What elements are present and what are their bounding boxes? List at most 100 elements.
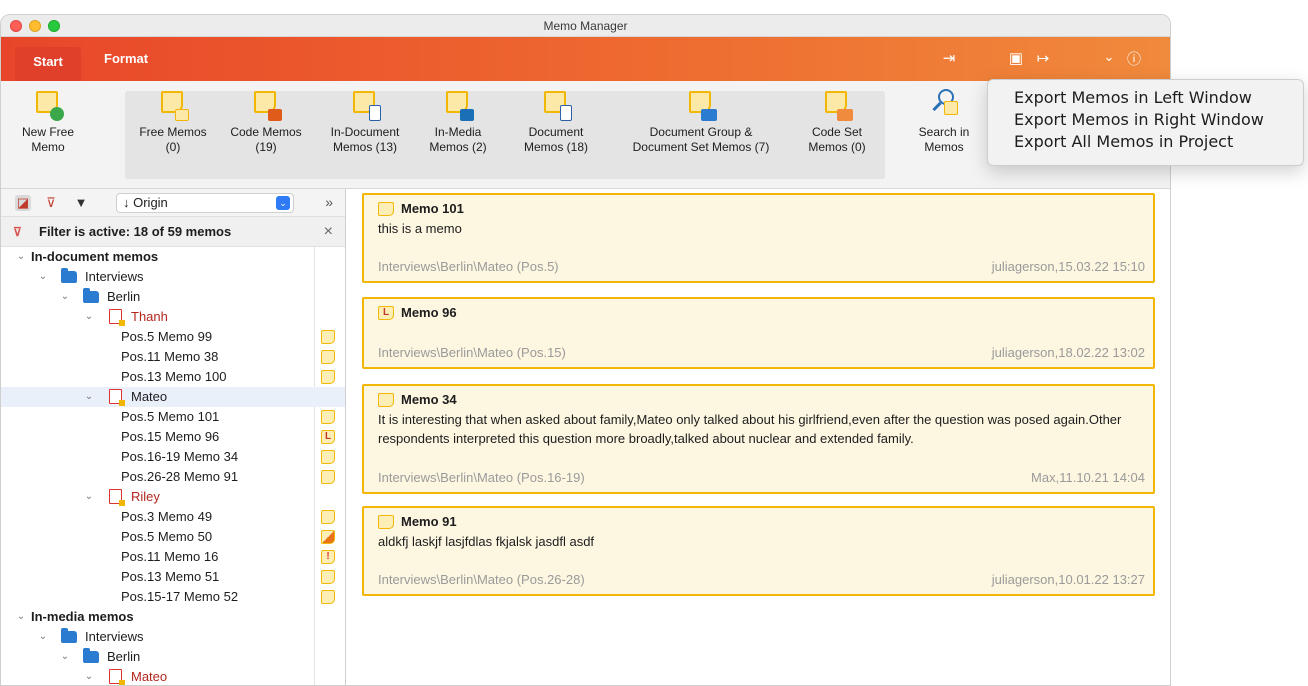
tree-item-folder[interactable]: ⌄ Interviews <box>1 627 345 647</box>
chevron-down-icon[interactable]: ⌄ <box>59 287 71 307</box>
important-memo-icon[interactable]: ! <box>321 550 335 564</box>
tree-item-memo[interactable]: Pos.11 Memo 16 ! <box>1 547 345 567</box>
chevron-down-icon[interactable]: ⌄ <box>15 247 27 267</box>
chevron-down-icon[interactable]: ⌄ <box>15 607 27 627</box>
zoom-window-button[interactable] <box>48 20 60 32</box>
exit-icon[interactable]: ↦ <box>1032 49 1054 67</box>
export-menu: Export Memos in Left Window Export Memos… <box>987 79 1304 166</box>
chevron-down-icon[interactable]: ⌄ <box>83 487 95 507</box>
memo-icon[interactable] <box>321 570 335 584</box>
memo-source[interactable]: Interviews\Berlin\Mateo (Pos.16-19) <box>378 470 585 485</box>
menu-item-export-all[interactable]: Export All Memos in Project <box>1014 131 1303 153</box>
sort-origin-select[interactable]: ↓ Origin ⌄ <box>116 193 294 213</box>
memo-icon[interactable] <box>321 590 335 604</box>
memo-icon[interactable] <box>321 470 335 484</box>
literature-memo-icon[interactable]: L <box>321 430 335 444</box>
search-in-memos-button[interactable]: Search in Memos <box>909 89 979 155</box>
question-memo-icon[interactable] <box>321 530 335 544</box>
memo-title: Memo 91 <box>401 514 457 529</box>
tree-item-memo[interactable]: Pos.16-19 Memo 34 <box>1 447 345 467</box>
document-group-set-memos-button[interactable]: Document Group & Document Set Memos (7) <box>615 89 787 155</box>
free-memos-button[interactable]: Free Memos (0) <box>127 89 219 155</box>
tree-item-memo[interactable]: Pos.5 Memo 50 <box>1 527 345 547</box>
tree-item-memo[interactable]: Pos.5 Memo 101 <box>1 407 345 427</box>
close-window-button[interactable] <box>10 20 22 32</box>
code-set-memos-button[interactable]: Code Set Memos (0) <box>797 89 877 155</box>
menu-item-export-left[interactable]: Export Memos in Left Window <box>1014 87 1303 109</box>
memo-title: Memo 96 <box>401 305 457 320</box>
document-memo-icon <box>351 89 381 121</box>
tree-item-folder[interactable]: ⌄ Interviews <box>1 267 345 287</box>
in-media-memos-button[interactable]: In-Media Memos (2) <box>417 89 499 155</box>
tree-item-folder[interactable]: ⌄ Berlin <box>1 647 345 667</box>
title-bar: Memo Manager <box>1 15 1170 37</box>
export-icon[interactable]: ⇥ <box>938 49 960 67</box>
close-icon[interactable]: × <box>324 217 333 247</box>
code-memos-button[interactable]: Code Memos (19) <box>220 89 312 155</box>
tree-item-document[interactable]: ⌄ Thanh <box>1 307 345 327</box>
tree-label: Pos.15-17 Memo 52 <box>121 589 239 604</box>
double-chevron-right-icon[interactable]: » <box>325 194 333 210</box>
tree-item-document-selected[interactable]: ⌄ Mateo <box>1 387 345 407</box>
memo-source[interactable]: Interviews\Berlin\Mateo (Pos.26-28) <box>378 572 585 587</box>
memo-icon[interactable] <box>321 510 335 524</box>
tree-item-document[interactable]: ⌄ Mateo <box>1 667 345 685</box>
chevron-down-icon[interactable]: ⌄ <box>37 627 49 647</box>
tree-item-document[interactable]: ⌄ Riley <box>1 487 345 507</box>
document-memos-button[interactable]: Document Memos (18) <box>509 89 603 155</box>
tree-item-memo[interactable]: Pos.3 Memo 49 <box>1 507 345 527</box>
tab-start[interactable]: Start <box>15 47 81 81</box>
memo-card[interactable]: Memo 101 this is a memo Interviews\Berli… <box>362 193 1155 283</box>
memo-icon[interactable] <box>321 330 335 344</box>
tree-section-in-document[interactable]: ⌄ In-document memos <box>1 247 345 267</box>
chevron-down-icon[interactable]: ⌄ <box>1098 49 1120 65</box>
free-memo-icon <box>159 89 189 121</box>
tree-label: Berlin <box>107 649 141 664</box>
chevron-down-icon[interactable]: ⌄ <box>83 387 95 407</box>
chevron-down-icon[interactable]: ⌄ <box>59 647 71 667</box>
memo-source[interactable]: Interviews\Berlin\Mateo (Pos.15) <box>378 345 566 360</box>
memo-icon[interactable] <box>321 370 335 384</box>
sort-origin-value: ↓ Origin <box>123 195 168 210</box>
in-document-memos-button[interactable]: In-Document Memos (13) <box>317 89 413 155</box>
menu-item-export-right[interactable]: Export Memos in Right Window <box>1014 109 1303 131</box>
tree-item-memo[interactable]: Pos.26-28 Memo 91 <box>1 467 345 487</box>
code-set-memo-icon <box>823 89 853 121</box>
button-label: Free Memos <box>139 125 207 139</box>
help-icon[interactable]: ⓘ <box>1123 49 1145 69</box>
tree-item-memo[interactable]: Pos.15-17 Memo 52 <box>1 587 345 607</box>
chevron-down-icon[interactable]: ⌄ <box>83 667 95 685</box>
button-label: Memos (0) <box>808 140 866 154</box>
tree-item-memo[interactable]: Pos.13 Memo 100 <box>1 367 345 387</box>
memo-title: Memo 34 <box>401 392 457 407</box>
funnel-icon[interactable]: ▼ <box>73 195 89 211</box>
tree-section-in-media[interactable]: ⌄ In-media memos <box>1 607 345 627</box>
button-label: Memos <box>924 140 964 154</box>
tab-format[interactable]: Format <box>104 51 148 66</box>
memo-icon[interactable] <box>321 450 335 464</box>
filter-memo-icon[interactable]: ⊽ <box>43 195 59 211</box>
memo-source[interactable]: Interviews\Berlin\Mateo (Pos.5) <box>378 259 559 274</box>
tree-label: Pos.13 Memo 100 <box>121 369 227 384</box>
chevron-down-icon[interactable]: ⌄ <box>37 267 49 287</box>
print-icon[interactable]: ▣ <box>1005 49 1027 67</box>
memo-icon[interactable] <box>321 350 335 364</box>
document-icon <box>109 389 125 406</box>
tree-item-memo[interactable]: Pos.15 Memo 96 L <box>1 427 345 447</box>
activate-filter-icon[interactable]: ◪ <box>15 195 31 211</box>
new-free-memo-button[interactable]: New Free Memo <box>11 89 85 155</box>
tree-item-folder[interactable]: ⌄ Berlin <box>1 287 345 307</box>
memo-icon[interactable] <box>321 410 335 424</box>
chevron-down-icon[interactable]: ⌄ <box>83 307 95 327</box>
memo-card[interactable]: L Memo 96 Interviews\Berlin\Mateo (Pos.1… <box>362 297 1155 369</box>
tree-item-memo[interactable]: Pos.11 Memo 38 <box>1 347 345 367</box>
memo-card[interactable]: Memo 34 It is interesting that when aske… <box>362 384 1155 494</box>
memo-icon <box>378 202 394 216</box>
tree-item-memo[interactable]: Pos.5 Memo 99 <box>1 327 345 347</box>
tree-label: Pos.5 Memo 101 <box>121 409 220 424</box>
memo-card[interactable]: Memo 91 aldkfj laskjf lasjfdlas fkjalsk … <box>362 506 1155 596</box>
minimize-window-button[interactable] <box>29 20 41 32</box>
tree-label: Pos.5 Memo 99 <box>121 329 213 344</box>
code-memo-icon <box>252 89 282 121</box>
tree-item-memo[interactable]: Pos.13 Memo 51 <box>1 567 345 587</box>
